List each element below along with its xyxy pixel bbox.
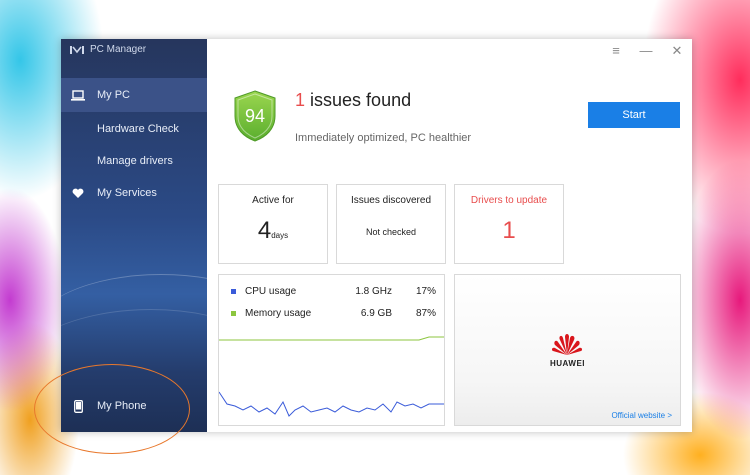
cpu-usage-line bbox=[219, 391, 444, 417]
official-website-link[interactable]: Official website > bbox=[611, 411, 672, 420]
drivers-count-value: 1 bbox=[502, 217, 516, 244]
issues-headline: 1 issues found bbox=[295, 90, 411, 111]
sidebar-item-manage-drivers[interactable]: Manage drivers bbox=[61, 152, 207, 170]
sidebar-item-my-pc[interactable]: My PC bbox=[61, 78, 207, 112]
cpu-usage-label: CPU usage bbox=[245, 286, 297, 297]
cpu-usage-value: 1.8 GHz bbox=[355, 286, 392, 297]
sidebar: PC Manager My PC Hardware Check Manage d… bbox=[61, 39, 207, 432]
sidebar-item-label: My Phone bbox=[97, 400, 147, 412]
sidebar-item-label: Hardware Check bbox=[97, 123, 179, 135]
status-subtitle: Immediately optimized, PC healthier bbox=[295, 132, 472, 144]
card-title: Issues discovered bbox=[350, 195, 432, 206]
card-title: Drivers to update bbox=[470, 195, 548, 206]
sidebar-item-label: My PC bbox=[97, 89, 130, 101]
minimize-icon[interactable]: — bbox=[637, 43, 655, 58]
cpu-legend-marker bbox=[231, 289, 236, 294]
sidebar-item-label: My Services bbox=[97, 187, 157, 199]
health-score-shield: 94 bbox=[231, 89, 279, 143]
app-title: PC Manager bbox=[90, 44, 147, 55]
laptop-icon bbox=[71, 89, 85, 101]
main-panel: ≡ — ✕ 94 1 issues found Immediately opti… bbox=[207, 39, 692, 432]
pc-manager-logo-icon bbox=[70, 45, 84, 54]
start-button[interactable]: Start bbox=[588, 102, 680, 128]
card-title: Active for bbox=[252, 195, 294, 206]
active-days-unit: days bbox=[271, 231, 289, 240]
issues-text: issues found bbox=[310, 90, 412, 110]
heart-icon bbox=[71, 187, 85, 199]
sidebar-item-my-phone[interactable]: My Phone bbox=[61, 397, 207, 415]
issue-count: 1 bbox=[295, 90, 306, 110]
card-value: 4days bbox=[219, 217, 327, 245]
shield-icon: 94 bbox=[234, 90, 276, 142]
active-days-value: 4 bbox=[257, 217, 272, 244]
sidebar-item-hardware-check[interactable]: Hardware Check bbox=[61, 120, 207, 138]
menu-icon[interactable]: ≡ bbox=[607, 43, 625, 58]
cpu-usage-percent: 17% bbox=[415, 286, 436, 297]
sidebar-item-my-services[interactable]: My Services bbox=[61, 184, 207, 202]
memory-usage-line bbox=[219, 336, 444, 341]
memory-usage-percent: 87% bbox=[415, 308, 436, 319]
resource-usage-panel: CPU usage 1.8 GHz 17% Memory usage 6.9 G… bbox=[218, 274, 445, 426]
sidebar-item-label: Manage drivers bbox=[97, 155, 173, 167]
issues-discovered-value: Not checked bbox=[365, 227, 417, 237]
close-icon[interactable]: ✕ bbox=[668, 43, 686, 59]
issues-discovered-card: Issues discovered Not checked bbox=[336, 184, 446, 264]
memory-usage-value: 6.9 GB bbox=[360, 308, 392, 319]
memory-usage-label: Memory usage bbox=[245, 308, 312, 319]
usage-graph bbox=[219, 336, 444, 417]
pc-manager-window: PC Manager My PC Hardware Check Manage d… bbox=[61, 39, 692, 432]
active-for-card: Active for 4days bbox=[218, 184, 328, 264]
phone-icon bbox=[71, 399, 85, 413]
memory-legend-marker bbox=[231, 311, 236, 316]
huawei-brand-text: HUAWEI bbox=[550, 359, 585, 368]
app-brand: PC Manager bbox=[70, 44, 146, 55]
huawei-logo-icon bbox=[551, 334, 583, 355]
health-score-value: 94 bbox=[245, 106, 265, 126]
drivers-to-update-card[interactable]: Drivers to update 1 bbox=[454, 184, 564, 264]
huawei-promo-card[interactable]: HUAWEI Official website > bbox=[454, 274, 681, 426]
